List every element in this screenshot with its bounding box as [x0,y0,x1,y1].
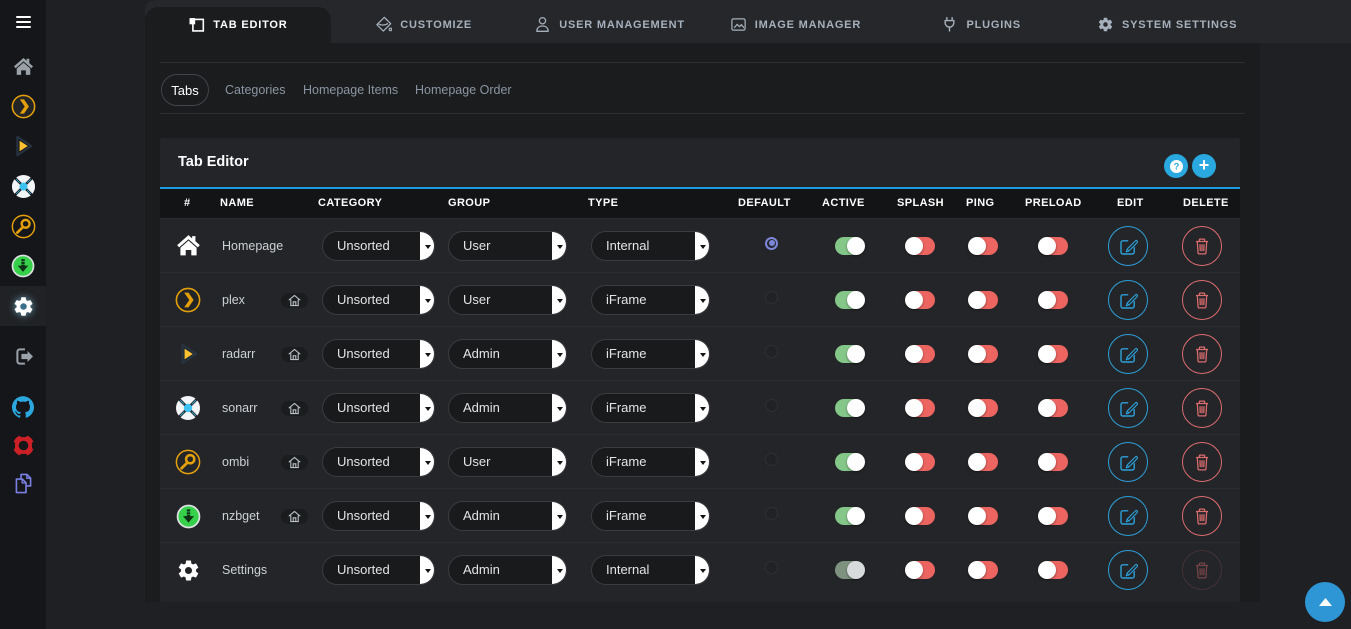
svg-text:?: ? [1173,161,1179,172]
